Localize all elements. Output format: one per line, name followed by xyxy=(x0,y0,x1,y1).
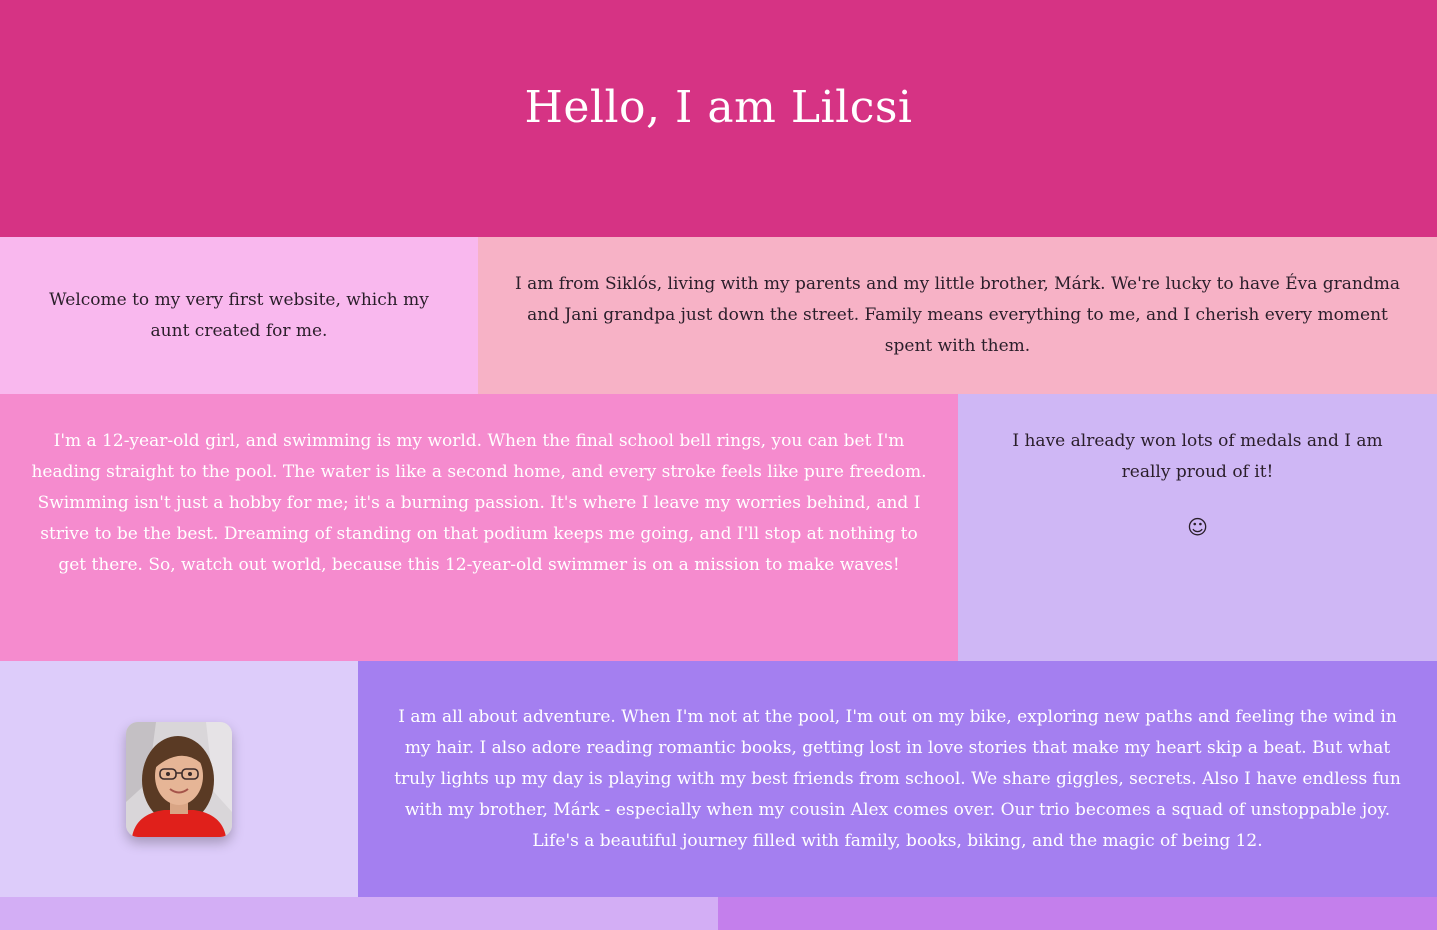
portrait-photo xyxy=(126,721,232,837)
bottom-section-left xyxy=(0,897,718,930)
welcome-section: Welcome to my very first website, which … xyxy=(0,237,478,394)
medals-section: I have already won lots of medals and I … xyxy=(958,394,1437,661)
family-section: I am from Siklós, living with my parents… xyxy=(478,237,1437,394)
bottom-section-right xyxy=(718,897,1437,930)
swimming-text: I'm a 12-year-old girl, and swimming is … xyxy=(31,431,927,575)
photo-section xyxy=(0,661,358,897)
page-header: Hello, I am Lilcsi xyxy=(0,0,1437,237)
welcome-text: Welcome to my very first website, which … xyxy=(49,289,429,341)
family-text: I am from Siklós, living with my parents… xyxy=(514,274,1400,356)
smile-icon: ☺ xyxy=(1187,515,1208,539)
page-title: Hello, I am Lilcsi xyxy=(524,82,913,133)
adventure-text: I am all about adventure. When I'm not a… xyxy=(394,706,1401,851)
swimming-section: I'm a 12-year-old girl, and swimming is … xyxy=(0,394,958,661)
adventure-section: I am all about adventure. When I'm not a… xyxy=(358,661,1437,897)
medals-text: I have already won lots of medals and I … xyxy=(1012,431,1383,482)
portrait-icon xyxy=(126,721,232,837)
